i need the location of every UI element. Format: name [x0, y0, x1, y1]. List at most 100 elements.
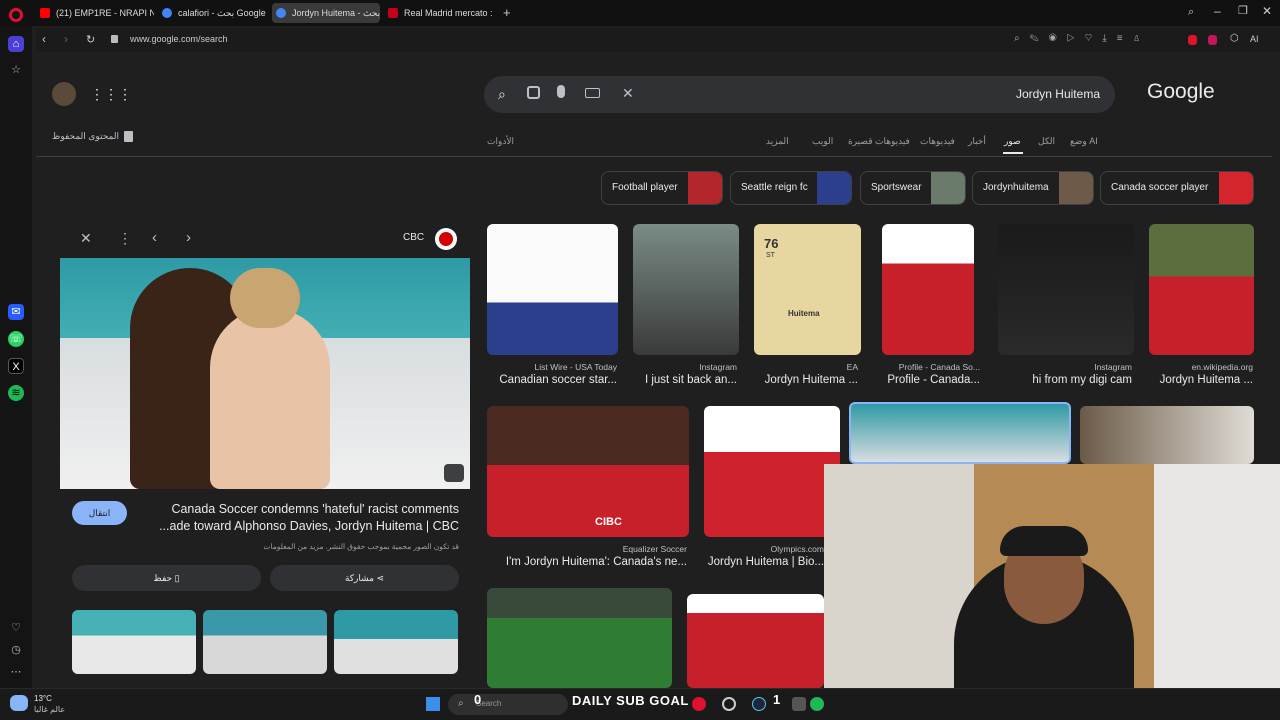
tab-emp1re[interactable]: (21) EMP1RE - NRAPI NGI [36, 3, 154, 23]
url-field[interactable]: www.google.com/search [130, 34, 228, 44]
related-image[interactable] [334, 610, 458, 674]
app-icon[interactable] [722, 697, 736, 711]
app-icon[interactable] [792, 697, 806, 711]
tab-more[interactable]: المزيد [766, 136, 789, 147]
forward-button[interactable]: › [64, 32, 68, 46]
chip-jordynhuitema[interactable]: Jordynhuitema [972, 171, 1094, 205]
x-icon[interactable]: X [8, 358, 24, 374]
result-image[interactable] [998, 224, 1134, 355]
chip-football-player[interactable]: Football player [601, 171, 723, 205]
result-caption[interactable]: Canadian soccer star... [487, 374, 617, 386]
close-window-button[interactable]: ✕ [1262, 4, 1272, 18]
keyboard-icon[interactable] [585, 88, 600, 98]
result-image[interactable] [487, 588, 672, 688]
result-image[interactable] [487, 224, 618, 355]
tab-short-videos[interactable]: فيديوهات قصيرة [848, 136, 910, 147]
lens-search-icon[interactable] [444, 464, 464, 482]
tab-news[interactable]: أخبار [968, 136, 986, 147]
opera-logo[interactable] [9, 8, 23, 22]
close-preview-icon[interactable]: ✕ [80, 230, 92, 247]
start-icon[interactable] [426, 697, 440, 711]
reload-button[interactable]: ↻ [86, 33, 95, 46]
result-caption[interactable]: Profile - Canada... [876, 374, 980, 386]
prev-image-icon[interactable]: ‹ [152, 229, 157, 246]
more-options-icon[interactable]: ⋮ [118, 230, 132, 247]
apps-grid-icon[interactable]: ⋮⋮⋮ [90, 86, 132, 103]
toolbar-icons[interactable]: ⌕✎◉▷♡⤓≡♙ [1014, 33, 1151, 44]
result-source[interactable]: Instagram [998, 362, 1132, 372]
tab-real-madrid[interactable]: Real Madrid mercato : Un [384, 3, 494, 23]
next-image-icon[interactable]: › [186, 229, 191, 246]
maximize-button[interactable]: ❐ [1238, 4, 1248, 17]
chip-sportswear[interactable]: Sportswear [860, 171, 966, 205]
messenger-icon[interactable]: ✉ [8, 304, 24, 320]
search-tabs-icon[interactable]: ⌕ [1188, 6, 1194, 19]
result-source[interactable]: en.wikipedia.org [1149, 362, 1253, 372]
tab-all[interactable]: الكل [1038, 136, 1055, 147]
result-image[interactable] [882, 224, 974, 355]
result-caption[interactable]: hi from my digi cam [998, 374, 1132, 386]
weather-desc[interactable]: عالم غالبا [34, 705, 65, 714]
result-source[interactable]: Equalizer Soccer [487, 544, 687, 554]
google-logo[interactable]: Google [1147, 80, 1215, 104]
history-icon[interactable]: ◷ [8, 642, 24, 658]
whatsapp-icon[interactable]: ☏ [8, 331, 24, 347]
extensions-icon[interactable]: ⬡ [1230, 33, 1239, 44]
tab-web[interactable]: الويب [812, 136, 833, 147]
result-source[interactable]: List Wire - USA Today [487, 362, 617, 372]
search-box[interactable]: ⌕ ✕ Jordyn Huitema [484, 76, 1115, 113]
share-button[interactable]: مشاركة ⋖ [270, 565, 459, 591]
copyright-notice[interactable]: قد تكون الصور محمية بموجب حقوق النشر. مز… [263, 542, 459, 551]
heart-icon[interactable]: ♡ [8, 620, 24, 636]
star-icon[interactable]: ☆ [8, 62, 24, 78]
minimize-button[interactable]: – [1214, 4, 1221, 18]
result-caption[interactable]: Jordyn Huitema ... [754, 374, 858, 386]
result-image-selected[interactable] [849, 402, 1071, 464]
result-image[interactable] [1149, 224, 1254, 355]
result-caption[interactable]: I just sit back an... [633, 374, 737, 386]
result-caption[interactable]: I'm Jordyn Huitema': Canada's ne... [487, 556, 687, 568]
result-caption[interactable]: Jordyn Huitema | Bio... [704, 556, 824, 568]
tab-images[interactable]: صور [1004, 136, 1021, 147]
chip-seattle-reign[interactable]: Seattle reign fc [730, 171, 852, 205]
tab-videos[interactable]: فيديوهات [920, 136, 955, 147]
tab-jordyn-huitema[interactable]: Jordyn Huitema - بحث Go [272, 3, 380, 23]
extension-icon[interactable] [1188, 35, 1197, 45]
taskbar-search[interactable]: ⌕ Search [448, 694, 568, 715]
result-source[interactable]: Profile - Canada So... [876, 362, 980, 372]
result-image[interactable] [1080, 406, 1254, 464]
result-source[interactable]: Instagram [633, 362, 737, 372]
result-image[interactable] [687, 594, 824, 688]
search-icon[interactable]: ⌕ [498, 86, 506, 103]
back-button[interactable]: ‹ [42, 32, 46, 46]
result-image-fifa-card[interactable]: 76 ST Huitema [754, 224, 861, 355]
steam-icon[interactable] [752, 697, 766, 711]
weather-temp[interactable]: 13°C [34, 694, 52, 703]
avatar[interactable] [52, 82, 76, 106]
preview-title[interactable]: Canada Soccer condemns 'hateful' racist … [159, 502, 459, 533]
tools-button[interactable]: الأدوات [487, 136, 514, 147]
tab-calafiori[interactable]: calafiori - بحث Google [158, 3, 268, 23]
visit-button[interactable]: انتقال [72, 501, 127, 525]
save-button[interactable]: حفظ ▯ [72, 565, 261, 591]
saved-content-link[interactable]: المحتوى المحفوظ [52, 131, 119, 142]
extension-shield-icon[interactable] [1208, 35, 1217, 45]
mic-icon[interactable] [557, 85, 565, 98]
preview-image[interactable] [60, 258, 470, 489]
result-image[interactable] [633, 224, 739, 355]
more-icon[interactable]: ⋯ [8, 664, 24, 680]
search-input[interactable]: Jordyn Huitema [1016, 87, 1100, 101]
opera-icon[interactable] [692, 697, 706, 711]
result-image[interactable]: CIBC [487, 406, 689, 537]
new-tab-button[interactable]: + [503, 5, 511, 20]
spotify-icon[interactable]: ≋ [8, 385, 24, 401]
ai-button[interactable]: AI [1250, 34, 1259, 44]
tab-ai-mode[interactable]: وضع AI [1070, 136, 1098, 147]
result-image[interactable] [704, 406, 840, 537]
result-source[interactable]: EA [754, 362, 858, 372]
result-caption[interactable]: Jordyn Huitema ... [1149, 374, 1253, 386]
home-icon[interactable]: ⌂ [8, 36, 24, 52]
related-image[interactable] [72, 610, 196, 674]
spotify-icon[interactable] [810, 697, 824, 711]
lens-icon[interactable] [527, 86, 540, 99]
